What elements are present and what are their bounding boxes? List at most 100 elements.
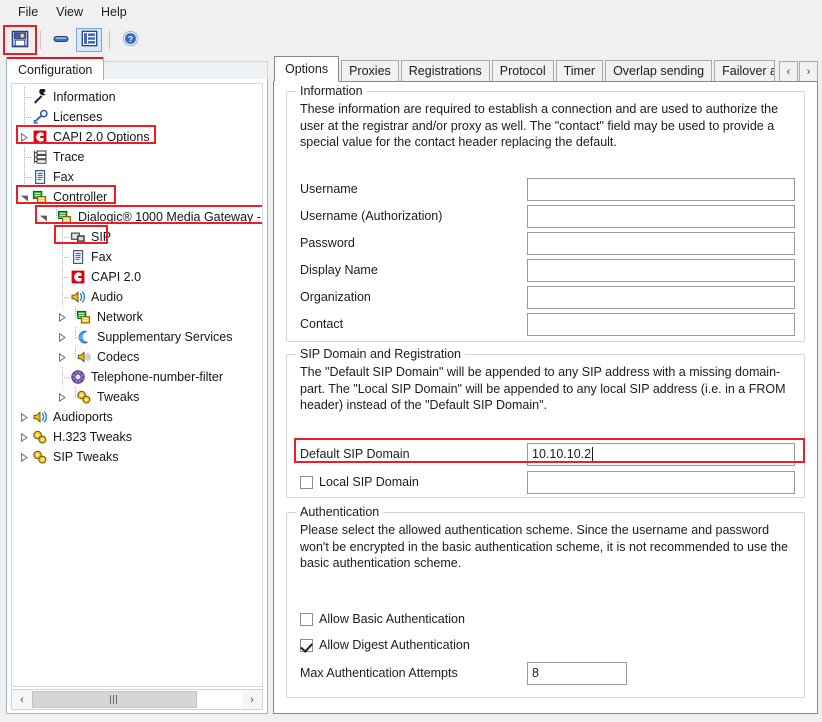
allow-digest-authentication-label: Allow Digest Authentication — [319, 638, 470, 652]
tree-item-label: Dialogic® 1000 Media Gateway - — [78, 210, 261, 224]
tab-scroll-right-icon[interactable]: › — [799, 61, 818, 82]
save-button[interactable] — [3, 25, 37, 55]
tab-protocol[interactable]: Protocol — [491, 60, 554, 82]
tab-proxies[interactable]: Proxies — [341, 60, 399, 82]
chevron-right-icon[interactable] — [18, 447, 31, 467]
tree-item-trace[interactable]: Trace — [12, 147, 262, 167]
chevron-right-icon[interactable] — [56, 347, 69, 367]
chevron-down-icon[interactable] — [18, 187, 31, 207]
tree-item-audio[interactable]: Audio — [12, 287, 262, 307]
tree-item-label: Supplementary Services — [97, 330, 233, 344]
tree-item-sip-tweaks[interactable]: SIP Tweaks — [12, 447, 262, 467]
allow-basic-authentication-checkbox-row[interactable]: Allow Basic Authentication — [300, 612, 465, 626]
tree-item-information[interactable]: Information — [12, 87, 262, 107]
tab-label: Proxies — [349, 64, 391, 78]
username-authorization-field[interactable] — [527, 204, 795, 228]
username-row: Username — [300, 177, 795, 201]
tree-item-sip[interactable]: SIP — [12, 227, 262, 247]
collapse-button[interactable] — [48, 28, 74, 52]
tree-guide — [18, 147, 31, 167]
tree-item-capi-2-0-options[interactable]: CAPI 2.0 Options — [12, 127, 262, 147]
tree-item-label: Information — [53, 90, 116, 104]
menu-item-view[interactable]: View — [47, 3, 92, 22]
display-name-label: Display Name — [300, 263, 378, 277]
organization-field[interactable] — [527, 285, 795, 309]
save-floppy-icon — [11, 30, 29, 51]
status-bar — [0, 714, 822, 722]
configuration-pane: Configuration Information Licenses CAPI 2.… — [6, 56, 268, 714]
tab-timer[interactable]: Timer — [555, 60, 604, 82]
tree-item-network[interactable]: Network — [12, 307, 262, 327]
tab-registrations[interactable]: Registrations — [400, 60, 490, 82]
display-name-row: Display Name — [300, 258, 795, 282]
username-field[interactable] — [527, 177, 795, 201]
tab-label: Failover and Ov — [722, 64, 774, 78]
tree-item-fax[interactable]: Fax — [12, 247, 262, 267]
chevron-right-icon[interactable] — [18, 407, 31, 427]
tree-item-supplementary-services[interactable]: Supplementary Services — [12, 327, 262, 347]
local-sip-domain-checkbox[interactable] — [300, 475, 313, 489]
display-name-field[interactable] — [527, 258, 795, 282]
tree-item-controller[interactable]: Controller — [12, 187, 262, 207]
tab-failover-and-ov[interactable]: Failover and Ov — [714, 60, 775, 82]
local-sip-domain-field[interactable] — [527, 470, 795, 494]
scroll-left-arrow-icon[interactable]: ‹ — [12, 690, 32, 709]
tree-item-audioports[interactable]: Audioports — [12, 407, 262, 427]
tree-item-h-323-tweaks[interactable]: H.323 Tweaks — [12, 427, 262, 447]
tree-guide — [18, 87, 31, 107]
scroll-right-arrow-icon[interactable]: › — [242, 690, 262, 709]
default-sip-domain-field[interactable]: 10.10.10.2 — [527, 442, 795, 466]
configuration-tree[interactable]: Information Licenses CAPI 2.0 Options Trace… — [11, 83, 263, 687]
help-question-icon: ? — [122, 30, 139, 50]
allow-digest-authentication-checkbox[interactable] — [300, 638, 313, 652]
scrollbar-thumb[interactable] — [32, 691, 197, 708]
allow-digest-authentication-checkbox-row[interactable]: Allow Digest Authentication — [300, 638, 470, 652]
scrollbar-track[interactable] — [32, 690, 242, 709]
chevron-right-icon[interactable] — [56, 307, 69, 327]
chevron-right-icon[interactable] — [56, 327, 69, 347]
authentication-description: Please select the allowed authentication… — [300, 523, 789, 571]
menu-item-help[interactable]: Help — [92, 3, 136, 22]
tree-guide — [69, 347, 82, 367]
max-authentication-attempts-field[interactable]: 8 — [527, 661, 627, 685]
tree-item-tweaks[interactable]: Tweaks — [12, 387, 262, 407]
tab-options[interactable]: Options — [274, 56, 340, 82]
chevron-right-icon[interactable] — [18, 127, 31, 147]
chevron-down-icon[interactable] — [37, 207, 50, 227]
show-tree-button[interactable] — [76, 28, 102, 52]
password-field[interactable] — [527, 231, 795, 255]
chevron-right-icon[interactable] — [18, 427, 31, 447]
tab-configuration[interactable]: Configuration — [6, 57, 105, 80]
tree-item-fax[interactable]: Fax — [12, 167, 262, 187]
menu-item-file[interactable]: File — [9, 3, 47, 22]
tree-guide — [56, 227, 69, 247]
configuration-tabstrip-filler — [103, 61, 268, 80]
tree-guide — [18, 167, 31, 187]
tab-overlap-sending[interactable]: Overlap sending — [605, 60, 713, 82]
help-button[interactable]: ? — [117, 28, 143, 52]
tree-item-capi-2-0[interactable]: CAPI 2.0 — [12, 267, 262, 287]
local-sip-domain-checkbox-row[interactable]: Local SIP Domain — [300, 475, 419, 489]
scrollbar-grip-icon — [110, 695, 119, 704]
tree-item-telephone-number-filter[interactable]: Telephone-number-filter — [12, 367, 262, 387]
configuration-tabstrip: Configuration — [6, 56, 268, 80]
username-authorization-row: Username (Authorization) — [300, 204, 795, 228]
fax-doc-icon — [69, 249, 87, 266]
chevron-right-icon[interactable] — [56, 387, 69, 407]
tab-scroll-buttons: ‹ › — [778, 61, 818, 82]
settings-pane: Options Proxies Registrations Protocol Timer… — [273, 56, 818, 714]
sip-domain-group: SIP Domain and Registration The "Default… — [286, 347, 805, 498]
authentication-group: Authentication Please select the allowed… — [286, 505, 805, 698]
allow-basic-authentication-checkbox[interactable] — [300, 612, 313, 626]
contact-field[interactable] — [527, 312, 795, 336]
tab-scroll-left-icon[interactable]: ‹ — [779, 61, 798, 82]
tree-horizontal-scrollbar[interactable]: ‹ › — [11, 689, 263, 710]
tree-item-label: CAPI 2.0 — [91, 270, 142, 284]
tree-item-dialogic-1000-media-gateway[interactable]: Dialogic® 1000 Media Gateway - — [12, 207, 262, 227]
tree-guide — [18, 107, 31, 127]
tree-item-codecs[interactable]: Codecs — [12, 347, 262, 367]
tree-item-label: Audioports — [53, 410, 113, 424]
tree-guide — [56, 267, 69, 287]
tree-item-licenses[interactable]: Licenses — [12, 107, 262, 127]
max-authentication-attempts-label: Max Authentication Attempts — [300, 666, 458, 680]
